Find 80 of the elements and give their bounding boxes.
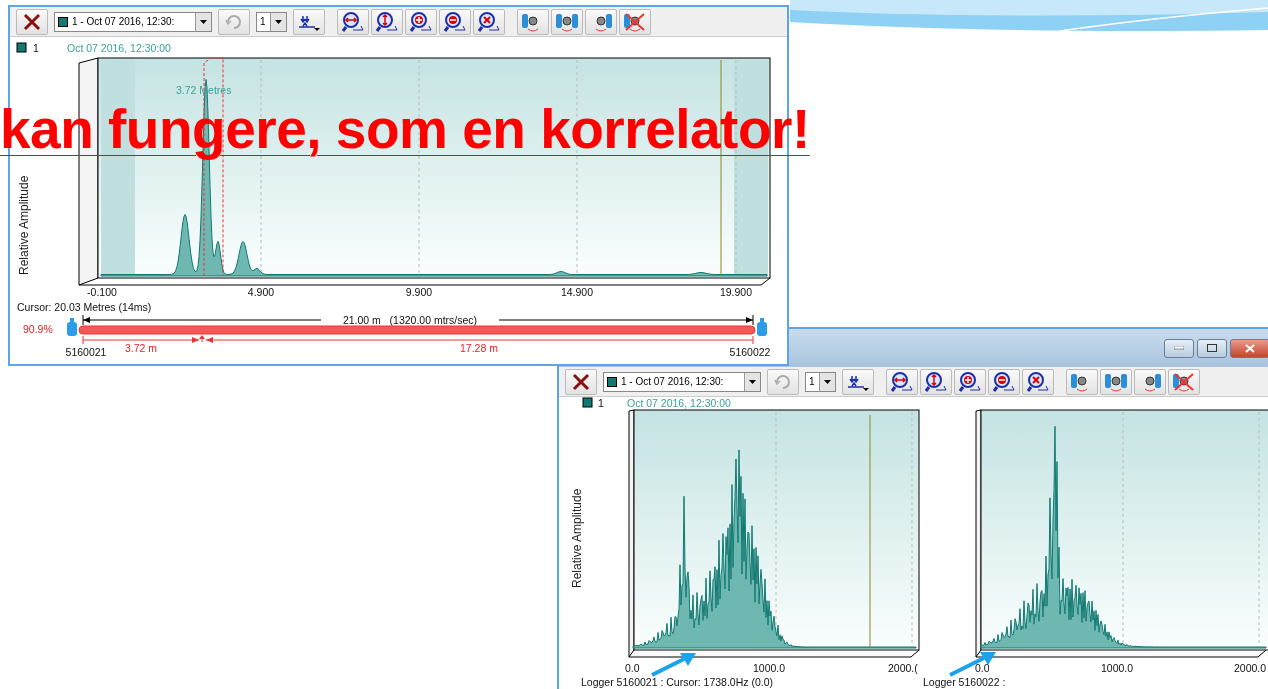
sensor-right-button[interactable]	[1133, 368, 1166, 395]
axis-title: Relative Amplitude	[17, 175, 31, 275]
magnifier-icon	[374, 10, 399, 33]
magnifier-icon	[476, 10, 501, 33]
magnifier-icon	[889, 370, 914, 393]
axis-tick-label: 4.900	[247, 286, 275, 298]
axis-tick-label: 1000.0	[1101, 662, 1134, 674]
close-button[interactable]	[16, 8, 48, 35]
maximize-icon	[1207, 344, 1217, 352]
sensor-off-button[interactable]	[1167, 368, 1200, 395]
axis-title: Relative Amplitude	[570, 488, 584, 588]
sensor-right-button[interactable]	[584, 8, 617, 35]
logger-id: 5160021	[65, 346, 107, 358]
magnifier-icon	[957, 370, 982, 393]
close-icon	[1245, 343, 1255, 353]
hydrant-icon	[67, 318, 77, 336]
legend-swatch	[582, 397, 593, 408]
percent-label: 90.9%	[23, 323, 53, 335]
cursor-readout: Cursor: 20.03 Metres (14ms)	[17, 301, 152, 313]
magnifier-icon	[1025, 370, 1050, 393]
close-button[interactable]	[565, 368, 597, 395]
legend-number: 1	[598, 397, 604, 409]
magnifier-icon	[408, 10, 433, 33]
pointer-arrow	[949, 652, 996, 677]
pipe-length-label: 21.00 m (1320.00 mtrs/sec)	[342, 314, 478, 326]
magnifier-icon	[340, 10, 365, 33]
zoom-in-button[interactable]	[953, 368, 986, 395]
zoom-vertical-button[interactable]	[919, 368, 952, 395]
dropdown-arrow-icon	[823, 379, 831, 384]
magnifier-icon	[442, 10, 467, 33]
axis-tick-label: 2000.(	[888, 662, 918, 674]
filter-button[interactable]	[292, 8, 325, 35]
axis-tick-label: 9.900	[405, 286, 433, 298]
zoom-horizontal-button[interactable]	[336, 8, 369, 35]
magnifier-icon	[923, 370, 948, 393]
sensor-left-button[interactable]	[1065, 368, 1098, 395]
dropdown-arrow-icon	[200, 19, 207, 24]
minimize-icon	[1174, 346, 1184, 350]
axis-tick-label: 1000.0	[753, 662, 786, 674]
axis-tick-label: 0.0	[975, 662, 990, 674]
zoom-vertical-button[interactable]	[370, 8, 403, 35]
axis-tick-label: 14.900	[560, 286, 594, 298]
close-button[interactable]	[1230, 338, 1268, 358]
logger-readout: Logger 5160022 :	[923, 676, 1006, 688]
maximize-button[interactable]	[1197, 338, 1227, 358]
distance-label: 3.72 m	[124, 342, 158, 354]
legend-swatch	[16, 42, 27, 53]
axis-tick-label: -0.100	[87, 286, 117, 298]
zoom-out-button[interactable]	[438, 8, 471, 35]
axis-tick-label: 0.0	[625, 662, 640, 674]
close-icon	[22, 11, 42, 32]
magnifier-icon	[991, 370, 1016, 393]
count-dropdown[interactable]: 1	[805, 371, 836, 392]
pointer-arrow	[651, 653, 696, 677]
sensor-left-button[interactable]	[516, 8, 549, 35]
minimize-button[interactable]	[1164, 338, 1194, 358]
close-icon	[571, 371, 591, 392]
legend-number: 1	[33, 42, 39, 54]
filter-button[interactable]	[841, 368, 874, 395]
legend-timestamp: Oct 07 2016, 12:30:00	[627, 397, 731, 409]
axis-tick-label: 2000.0	[1234, 662, 1267, 674]
zoom-in-button[interactable]	[404, 8, 437, 35]
dataset-dropdown[interactable]: 1 - Oct 07 2016, 12:30:	[54, 11, 212, 32]
dataset-dropdown[interactable]: 1 - Oct 07 2016, 12:30:	[603, 371, 761, 392]
zoom-reset-button[interactable]	[472, 8, 505, 35]
dropdown-arrow-icon	[274, 19, 282, 24]
zoom-horizontal-button[interactable]	[885, 368, 918, 395]
logger-id: 5160022	[729, 346, 771, 358]
sensor-both-button[interactable]	[1099, 368, 1132, 395]
zoom-reset-button[interactable]	[1021, 368, 1054, 395]
hydrant-icon	[757, 318, 767, 336]
distance-label: 17.28 m	[460, 342, 498, 354]
sensor-off-button[interactable]	[618, 8, 651, 35]
sensor-both-button[interactable]	[550, 8, 583, 35]
logger-readout: Logger 5160021 : Cursor: 1738.0Hz (0.0)	[581, 676, 774, 688]
axis-tick-label: 19.900	[719, 286, 753, 298]
legend-timestamp: Oct 07 2016, 12:30:00	[67, 42, 171, 54]
count-dropdown[interactable]: 1	[256, 11, 287, 32]
dropdown-arrow-icon	[749, 379, 756, 384]
zoom-out-button[interactable]	[987, 368, 1020, 395]
